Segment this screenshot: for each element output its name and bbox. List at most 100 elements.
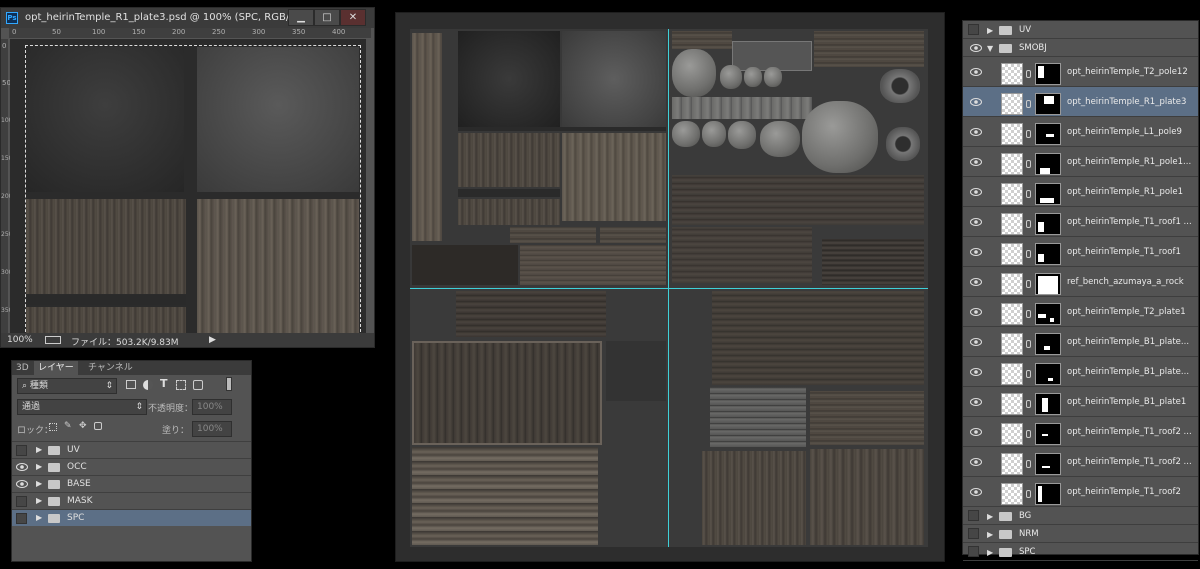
shape-filter-icon[interactable] [176,380,186,390]
link-icon[interactable] [1026,370,1031,378]
preview-icon[interactable] [45,336,61,344]
filter-toggle-switch[interactable] [226,377,232,391]
layer-row[interactable]: opt_heirinTemple_T2_pole12 [963,57,1198,87]
group-row-smobj[interactable]: ▼ SMOBJ [963,39,1198,57]
expand-arrow-icon[interactable]: ▶ [36,479,42,488]
status-menu-arrow[interactable]: ▶ [209,335,216,345]
layer-thumbnail[interactable] [1001,363,1023,385]
layer-thumbnail[interactable] [1001,483,1023,505]
layer-thumbnail[interactable] [1001,183,1023,205]
visibility-eye-icon[interactable] [970,277,982,287]
layer-thumbnail[interactable] [1001,303,1023,325]
mask-thumbnail[interactable] [1035,153,1061,175]
visibility-eye-icon[interactable] [16,479,28,489]
ruler-horizontal[interactable]: 0 50 100 150 200 250 300 350 400 [9,28,371,39]
layer-row[interactable]: opt_heirinTemple_T1_roof2 ... [963,417,1198,447]
visibility-eye-icon[interactable] [16,462,28,472]
link-icon[interactable] [1026,250,1031,258]
layer-thumbnail[interactable] [1001,123,1023,145]
expand-arrow-icon[interactable]: ▶ [987,26,993,35]
visibility-eye-icon[interactable] [970,457,982,467]
link-icon[interactable] [1026,280,1031,288]
image-filter-icon[interactable] [126,380,136,389]
layer-row[interactable]: opt_heirinTemple_B1_plate... [963,327,1198,357]
visibility-toggle[interactable] [16,445,27,456]
visibility-eye-icon[interactable] [970,67,982,77]
link-icon[interactable] [1026,430,1031,438]
ruler-vertical[interactable]: 0 50 100 150 200 250 300 350 [1,39,12,341]
visibility-toggle[interactable] [968,510,979,521]
type-filter-icon[interactable]: T [160,377,168,390]
close-button[interactable]: ✕ [340,9,366,26]
layer-row[interactable]: opt_heirinTemple_B1_plate1 [963,387,1198,417]
maximize-button[interactable]: □ [314,9,340,26]
layer-row[interactable]: ref_bench_azumaya_a_rock [963,267,1198,297]
expand-arrow-icon[interactable]: ▶ [987,548,993,557]
lock-transparent-icon[interactable] [49,423,57,431]
mask-thumbnail[interactable] [1035,63,1061,85]
visibility-eye-icon[interactable] [970,397,982,407]
visibility-eye-icon[interactable] [970,43,982,53]
mask-thumbnail[interactable] [1035,363,1061,385]
layer-row-mask[interactable]: ▶ MASK [12,492,251,509]
mask-thumbnail[interactable] [1035,213,1061,235]
tab-3d[interactable]: 3D [12,361,33,375]
layer-row[interactable]: opt_heirinTemple_L1_pole9 [963,117,1198,147]
layer-row[interactable]: opt_heirinTemple_R1_pole1 [963,177,1198,207]
lock-all-icon[interactable] [94,422,102,430]
visibility-eye-icon[interactable] [970,217,982,227]
texture-atlas[interactable] [410,29,928,547]
layer-thumbnail[interactable] [1001,213,1023,235]
guide-line-horizontal[interactable] [410,288,928,289]
mask-thumbnail[interactable] [1035,303,1061,325]
layer-thumbnail[interactable] [1001,63,1023,85]
visibility-eye-icon[interactable] [970,247,982,257]
tab-layers[interactable]: レイヤー [34,361,78,375]
visibility-toggle[interactable] [16,496,27,507]
mask-thumbnail[interactable] [1035,393,1061,415]
adjustment-filter-icon[interactable] [143,380,153,390]
tab-channels[interactable]: チャンネル [84,361,137,375]
layer-thumbnail[interactable] [1001,333,1023,355]
mask-thumbnail[interactable] [1035,183,1061,205]
fill-input[interactable]: 100% [192,421,232,437]
layer-row[interactable]: opt_heirinTemple_T1_roof2 ... [963,447,1198,477]
mask-thumbnail[interactable] [1035,483,1061,505]
group-row-uv[interactable]: ▶ UV [963,21,1198,39]
mask-thumbnail[interactable] [1035,243,1061,265]
link-icon[interactable] [1026,100,1031,108]
visibility-toggle[interactable] [968,528,979,539]
layer-row[interactable]: opt_heirinTemple_R1_pole1... [963,147,1198,177]
document-titlebar[interactable]: Ps opt_heirinTemple_R1_plate3.psd @ 100%… [1,8,374,28]
mask-thumbnail[interactable] [1035,93,1061,115]
visibility-toggle[interactable] [968,546,979,557]
layer-row[interactable]: opt_heirinTemple_B1_plate... [963,357,1198,387]
layer-row-spc[interactable]: ▶ SPC [12,509,251,526]
visibility-eye-icon[interactable] [970,427,982,437]
link-icon[interactable] [1026,160,1031,168]
expand-arrow-icon[interactable]: ▶ [36,513,42,522]
group-row-bg[interactable]: ▶ BG [963,507,1198,525]
layer-thumbnail[interactable] [1001,243,1023,265]
visibility-eye-icon[interactable] [970,337,982,347]
link-icon[interactable] [1026,490,1031,498]
visibility-eye-icon[interactable] [970,307,982,317]
mask-thumbnail[interactable] [1035,273,1061,295]
layer-thumbnail[interactable] [1001,153,1023,175]
expand-arrow-icon[interactable]: ▶ [36,445,42,454]
layer-row[interactable]: opt_heirinTemple_T2_plate1 [963,297,1198,327]
layer-row[interactable]: opt_heirinTemple_T1_roof1 [963,237,1198,267]
layer-thumbnail[interactable] [1001,93,1023,115]
layer-thumbnail[interactable] [1001,273,1023,295]
link-icon[interactable] [1026,340,1031,348]
visibility-eye-icon[interactable] [970,187,982,197]
document-canvas[interactable] [10,39,366,339]
mask-thumbnail[interactable] [1035,123,1061,145]
mask-thumbnail[interactable] [1035,333,1061,355]
lock-position-icon[interactable]: ✥ [79,421,87,431]
smartobject-filter-icon[interactable] [193,380,203,390]
lock-pixels-icon[interactable]: ✎ [64,421,72,431]
group-row-nrm[interactable]: ▶ NRM [963,525,1198,543]
layer-row-uv[interactable]: ▶ UV [12,441,251,458]
expand-arrow-icon[interactable]: ▼ [987,44,993,53]
